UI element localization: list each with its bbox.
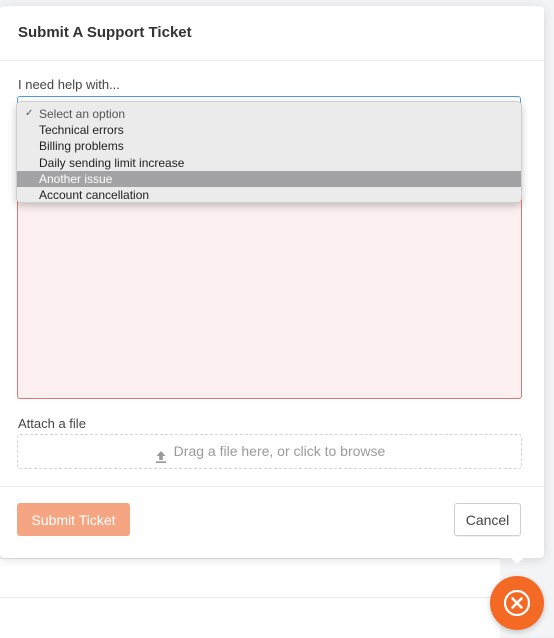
dropdown-option-label: Account cancellation [39, 187, 150, 202]
help-select-label: I need help with... [18, 77, 120, 92]
modal-title: Submit A Support Ticket [18, 24, 192, 41]
dropzone-text: Drag a file here, or click to browse [173, 443, 386, 459]
dropdown-option-label: Technical errors [39, 123, 124, 138]
modal-header: Submit A Support Ticket [0, 6, 544, 61]
footer-divider [0, 486, 544, 487]
description-textarea[interactable] [17, 196, 522, 399]
close-widget-button[interactable] [490, 576, 544, 630]
modal-pointer [508, 555, 526, 564]
dropdown-option[interactable]: Account cancellation [17, 187, 521, 202]
dropdown-option-label: Daily sending limit increase [39, 155, 185, 170]
close-icon [503, 589, 531, 617]
support-ticket-modal: Submit A Support Ticket I need help with… [0, 6, 544, 558]
submit-ticket-button[interactable]: Submit Ticket [17, 503, 130, 536]
dropdown-option[interactable]: Another issue [17, 170, 521, 187]
dropdown-option-label: Billing problems [39, 139, 124, 154]
dropdown-option[interactable]: Technical errors [17, 122, 521, 138]
dropdown-option-label: Select an option [39, 107, 126, 121]
attach-file-label: Attach a file [18, 416, 86, 431]
upload-icon [154, 443, 168, 464]
dropdown-option-label: Another issue [39, 171, 113, 186]
help-topic-dropdown: ✓ Select an option Technical errors Billing… [16, 101, 522, 203]
dropdown-option[interactable]: Daily sending limit increase [17, 155, 521, 171]
background-panel [0, 558, 500, 638]
background-divider [0, 597, 500, 598]
dropdown-option[interactable]: ✓ Select an option [17, 106, 521, 122]
cancel-button[interactable]: Cancel [454, 503, 521, 536]
checkmark-icon: ✓ [25, 108, 34, 119]
dropdown-option[interactable]: Billing problems [17, 138, 521, 154]
file-dropzone[interactable]: Drag a file here, or click to browse [17, 434, 522, 469]
